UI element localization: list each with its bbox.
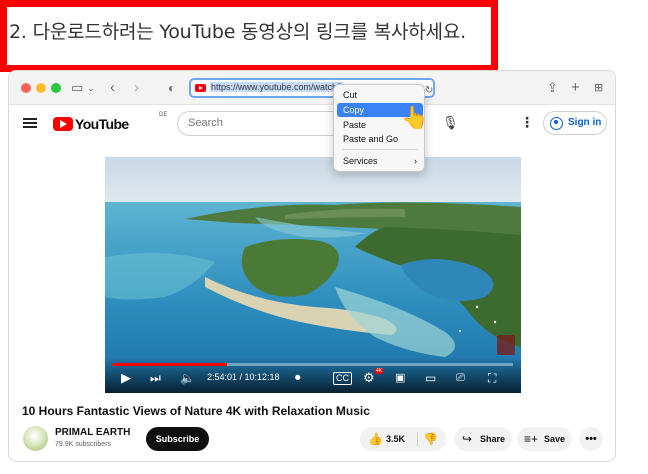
youtube-header: YouTube DE Search 🎙 ⋮ Sign in [9,106,615,144]
ellipsis-icon: ••• [585,433,597,445]
minimize-window-button[interactable] [36,83,46,93]
like-divider [417,432,418,446]
next-icon[interactable]: ⏭ [150,370,161,386]
playlist-add-icon: ≡+ [524,432,539,446]
tab-overview-icon[interactable]: ⊞ [594,78,603,98]
subtitles-icon[interactable]: CC [333,372,352,385]
page: 2. 다운로드하려는 YouTube 동영상의 링크를 복사하세요. ▭ ⌄ ‹… [0,0,648,474]
share-button[interactable]: ↪ Share [454,427,512,451]
volume-icon[interactable]: 🔈 [180,370,195,386]
sign-in-button[interactable]: Sign in [543,111,607,135]
like-count[interactable]: 3.5K [386,427,405,451]
play-icon[interactable]: ▶ [121,370,131,386]
youtube-logo-text: YouTube [75,116,129,132]
share-arrow-icon: ↪ [462,432,473,446]
browser-toolbar: ▭ ⌄ ‹ › ◐ https://www.youtube.com/watch?… [9,71,615,105]
address-url: https://www.youtube.com/watch? [210,82,344,92]
autoplay-toggle-icon[interactable]: ⏺ [295,370,301,386]
like-icon[interactable]: 👍 [368,427,383,451]
search-placeholder: Search [188,117,223,129]
quality-badge: 4K [375,368,384,374]
hamburger-icon[interactable] [23,118,37,128]
new-tab-icon[interactable]: + [571,78,580,98]
back-icon[interactable]: ‹ [110,78,115,98]
settings-icon[interactable]: ⚙ [363,370,375,386]
player-controls: ▶ ⏭ 🔈 2:54:01 / 10:12:18 ⏺ CC ⚙ 4K ▣ ▭ ⎚… [105,357,521,393]
menu-item-cut[interactable]: Cut [337,88,423,102]
subscribe-button[interactable]: Subscribe [146,427,209,451]
save-label: Save [544,434,566,444]
share-icon[interactable]: ⇪ [547,78,558,98]
account-icon [550,117,563,130]
dislike-icon[interactable]: 👎 [423,427,438,451]
cast-icon[interactable]: ⎚ [456,370,465,386]
browser-window: ▭ ⌄ ‹ › ◐ https://www.youtube.com/watch?… [8,70,616,462]
progress-bar[interactable] [113,363,513,366]
channel-watermark-icon[interactable] [497,335,515,355]
zoom-window-button[interactable] [51,83,61,93]
sign-in-label: Sign in [568,117,602,128]
privacy-shield-icon[interactable]: ◐ [168,78,175,98]
menu-item-paste-and-go[interactable]: Paste and Go [337,132,423,146]
like-dislike-group: 👍 3.5K 👎 [360,427,446,451]
time-display: 2:54:01 / 10:12:18 [207,372,280,382]
youtube-play-logo-icon [53,117,73,131]
sidebar-icon[interactable]: ▭ [71,78,83,98]
chevron-down-icon[interactable]: ⌄ [87,78,95,98]
chevron-right-icon: › [414,156,417,166]
fullscreen-icon[interactable]: ⛶ [488,370,496,386]
close-window-button[interactable] [21,83,31,93]
hand-cursor-icon: 👆 [401,105,429,130]
forward-icon[interactable]: › [134,78,139,98]
reload-icon[interactable]: ↻ [425,81,433,101]
subscriber-count: 79.9K subscribers [55,441,112,448]
menu-separator [342,149,418,150]
video-title: 10 Hours Fantastic Views of Nature 4K wi… [22,404,370,418]
region-code: DE [159,112,168,118]
save-button[interactable]: ≡+ Save [517,427,572,451]
instruction-banner: 2. 다운로드하려는 YouTube 동영상의 링크를 복사하세요. [0,0,498,72]
instruction-text: 2. 다운로드하려는 YouTube 동영상의 링크를 복사하세요. [9,21,466,43]
channel-name[interactable]: PRIMAL EARTH [55,427,130,438]
menu-item-services-label: Services [343,156,378,166]
menu-item-services[interactable]: Services › [337,154,423,168]
more-options-icon[interactable]: ⋮ [520,114,534,131]
miniplayer-icon[interactable]: ▣ [395,370,405,386]
channel-avatar[interactable] [23,426,48,451]
site-favicon-icon [195,84,206,92]
progress-fill [113,363,227,366]
mic-icon[interactable]: 🎙 [442,115,459,131]
theater-mode-icon[interactable]: ▭ [425,370,436,386]
share-label: Share [480,434,506,444]
more-actions-button[interactable]: ••• [579,427,603,451]
video-player[interactable]: ▶ ⏭ 🔈 2:54:01 / 10:12:18 ⏺ CC ⚙ 4K ▣ ▭ ⎚… [105,157,521,393]
